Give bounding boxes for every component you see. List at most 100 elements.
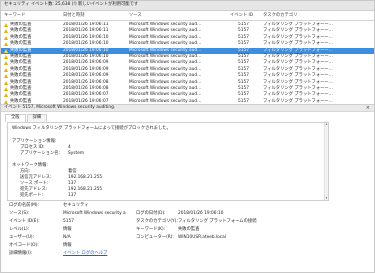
- row-event-id: 5157: [238, 22, 249, 28]
- tab-details[interactable]: 詳細: [26, 114, 48, 122]
- row-date: 2018/01/26 19:06:09: [63, 73, 109, 79]
- event-id-label: イベント ID(E):: [9, 219, 40, 224]
- row-keyword: 失敗の監査: [10, 92, 32, 98]
- direction-label: 方向:: [20, 169, 31, 174]
- row-event-id: 5157: [238, 28, 249, 34]
- audit-failure-icon: [4, 74, 8, 79]
- source-port-label: ソース ポート:: [20, 181, 49, 186]
- opcode-label: オペコード(O):: [9, 243, 39, 248]
- event-viewer-window: セキュリティ イベント数: 25,638 (!) 新しいイベントが利用可能です …: [0, 0, 375, 273]
- row-task-category: フィルタリング プラットフォーー...: [263, 66, 333, 72]
- row-event-id: 5157: [238, 86, 249, 92]
- source-label: ソース(S):: [9, 211, 30, 216]
- row-source: Microsoft Windows security aud...: [129, 28, 202, 34]
- scroll-up-icon[interactable]: ▴: [325, 123, 328, 127]
- audit-failure-icon: [4, 48, 8, 53]
- audit-failure-icon: [4, 87, 8, 91]
- audit-failure-icon: [4, 55, 8, 59]
- more-info-label: 詳細情報(I):: [9, 251, 33, 256]
- event-id-value: 5157: [63, 219, 74, 224]
- keywords-label: キーワード(K):: [136, 227, 166, 232]
- row-task-category: フィルタリング プラットフォーー...: [263, 79, 333, 85]
- row-keyword: 失敗の監査: [10, 54, 32, 60]
- computer-label: コンピューター(R):: [136, 235, 174, 240]
- row-date: 2018/01/26 19:06:11: [63, 22, 109, 28]
- row-source: Microsoft Windows security aud...: [129, 54, 202, 60]
- logged-value: 2018/01/26 19:06:10: [178, 211, 224, 216]
- row-task-category: フィルタリング プラットフォーー...: [263, 22, 333, 28]
- row-keyword: 失敗の監査: [10, 22, 32, 28]
- event-log-help-link[interactable]: イベント ログのヘルプ: [63, 251, 107, 256]
- message-line: Windows フィルタリング プラットフォームによって接続がブロックされました…: [12, 126, 171, 131]
- row-source: Microsoft Windows security aud...: [129, 66, 202, 72]
- row-date: 2018/01/26 19:06:10: [63, 47, 109, 53]
- row-task-category: フィルタリング プラットフォーー...: [263, 54, 333, 60]
- app-name-value: System: [68, 151, 85, 156]
- log-name-value: セキュリティ: [63, 203, 89, 208]
- row-event-id: 5157: [238, 73, 249, 79]
- row-keyword: 失敗の監査: [10, 66, 32, 72]
- log-header: セキュリティ イベント数: 25,638 (!) 新しいイベントが利用可能です: [1, 1, 374, 11]
- row-task-category: フィルタリング プラットフォーー...: [263, 28, 333, 34]
- row-task-category: フィルタリング プラットフォーー...: [263, 60, 333, 66]
- direction-value: 着信: [68, 169, 77, 174]
- row-source: Microsoft Windows security aud...: [129, 92, 202, 98]
- source-address-value: 192.168.21.255: [68, 175, 103, 180]
- audit-failure-icon: [4, 35, 8, 40]
- user-label: ユーザー(U):: [9, 235, 35, 240]
- audit-failure-icon: [4, 80, 8, 85]
- user-value: N/A: [63, 235, 71, 240]
- col-event-id[interactable]: イベント ID: [230, 13, 253, 18]
- log-name-label: ログの名前(M):: [9, 203, 39, 208]
- row-date: 2018/01/26 19:06:09: [63, 66, 109, 72]
- tab-general[interactable]: 全般: [5, 114, 26, 122]
- row-keyword: 失敗の監査: [10, 86, 32, 92]
- row-source: Microsoft Windows security aud...: [129, 34, 202, 40]
- close-icon[interactable]: ×: [366, 106, 370, 111]
- tab-details-label: 詳細: [32, 115, 42, 121]
- row-task-category: フィルタリング プラットフォーー...: [263, 34, 333, 40]
- pid-value: 4: [68, 145, 71, 150]
- row-source: Microsoft Windows security aud...: [129, 79, 202, 85]
- row-source: Microsoft Windows security aud...: [129, 73, 202, 79]
- computer-value: WIN10USR.ateeb.local: [178, 235, 226, 240]
- row-date: 2018/01/26 19:06:10: [63, 41, 109, 47]
- col-source[interactable]: ソース: [129, 13, 142, 18]
- dest-port-value: 137: [68, 193, 77, 198]
- row-source: Microsoft Windows security aud...: [129, 60, 202, 66]
- task-category-value: フィルタリング プラットフォームの接続: [178, 219, 257, 224]
- row-source: Microsoft Windows security aud...: [129, 86, 202, 92]
- row-date: 2018/01/26 19:06:10: [63, 34, 109, 40]
- scroll-down-icon[interactable]: ▾: [325, 196, 328, 201]
- app-info-heading: アプリケーション情報:: [12, 139, 57, 144]
- audit-failure-icon: [4, 42, 8, 47]
- logged-label: ログの日付(D):: [136, 211, 166, 216]
- network-info-heading: ネットワーク情報:: [12, 163, 48, 168]
- row-task-category: フィルタリング プラットフォーー...: [263, 73, 333, 79]
- pid-label: プロセス ID:: [20, 145, 45, 150]
- row-source: Microsoft Windows security aud...: [129, 47, 202, 53]
- row-keyword: 失敗の監査: [10, 60, 32, 66]
- level-label: レベル(L):: [9, 227, 30, 232]
- message-scrollbar[interactable]: ▴ ▾: [324, 123, 328, 200]
- audit-failure-icon: [4, 29, 8, 34]
- col-date[interactable]: 日付と時刻: [63, 13, 84, 18]
- dest-port-label: 宛先ポート:: [20, 193, 43, 198]
- detail-tabs: 全般 詳細: [5, 114, 48, 122]
- col-task-category[interactable]: タスクのカテゴリ: [263, 13, 297, 18]
- row-keyword: 失敗の監査: [10, 41, 32, 47]
- row-event-id: 5157: [238, 47, 249, 53]
- row-date: 2018/01/26 19:06:10: [63, 54, 109, 60]
- row-keyword: 失敗の監査: [10, 79, 32, 85]
- row-date: 2018/01/26 19:06:09: [63, 60, 109, 66]
- row-source: Microsoft Windows security aud...: [129, 41, 202, 47]
- row-keyword: 失敗の監査: [10, 34, 32, 40]
- keywords-value: 失敗の監査: [178, 227, 200, 232]
- app-name-label: アプリケーション名:: [20, 151, 61, 156]
- row-event-id: 5157: [238, 60, 249, 66]
- col-keyword[interactable]: キーワード: [4, 13, 25, 18]
- event-properties: ログの名前(M): セキュリティ ソース(S): Microsoft Windo…: [9, 203, 329, 272]
- row-task-category: フィルタリング プラットフォーー...: [263, 41, 333, 47]
- dest-address-label: 宛先アドレス:: [20, 187, 48, 192]
- event-message-pane[interactable]: Windows フィルタリング プラットフォームによって接続がブロックされました…: [7, 122, 329, 201]
